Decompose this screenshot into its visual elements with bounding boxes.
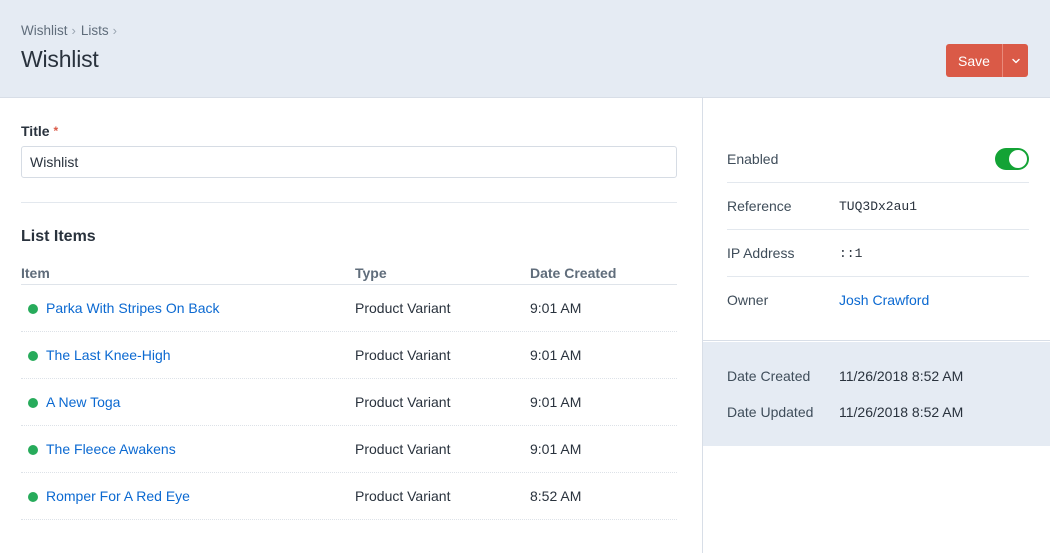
chevron-down-icon	[1011, 58, 1020, 63]
meta-row-ip-address: IP Address ::1	[727, 230, 1029, 277]
chevron-right-icon: ›	[112, 23, 117, 38]
table-row: A New Toga Product Variant 9:01 AM	[21, 379, 677, 426]
item-type: Product Variant	[355, 394, 451, 410]
status-dot-icon	[28, 398, 38, 408]
table-row: Romper For A Red Eye Product Variant 8:5…	[21, 473, 677, 520]
item-type: Product Variant	[355, 347, 451, 363]
date-created-value: 11/26/2018 8:52 AM	[839, 368, 964, 384]
owner-label: Owner	[727, 292, 769, 308]
breadcrumb-item-wishlist[interactable]: Wishlist	[21, 23, 68, 38]
item-link[interactable]: Romper For A Red Eye	[46, 488, 190, 504]
item-type: Product Variant	[355, 300, 451, 316]
date-created-label: Date Created	[727, 368, 811, 384]
column-header-date-created: Date Created	[530, 265, 617, 281]
status-dot-icon	[28, 304, 38, 314]
enabled-toggle[interactable]	[995, 148, 1029, 170]
ip-address-value: ::1	[839, 246, 863, 261]
column-header-item: Item	[21, 265, 50, 281]
item-type: Product Variant	[355, 441, 451, 457]
item-link[interactable]: Parka With Stripes On Back	[46, 300, 220, 316]
meta-sidebar: Enabled Reference TUQ3Dx2au1 IP Address …	[702, 98, 1050, 553]
page-title: Wishlist	[21, 46, 99, 72]
table-row: Parka With Stripes On Back Product Varia…	[21, 285, 677, 332]
date-updated-value: 11/26/2018 8:52 AM	[839, 404, 964, 420]
meta-row-reference: Reference TUQ3Dx2au1	[727, 183, 1029, 230]
table-row: The Last Knee-High Product Variant 9:01 …	[21, 332, 677, 379]
date-updated-label: Date Updated	[727, 404, 814, 420]
meta-row-enabled: Enabled	[727, 136, 1029, 183]
page-header: Wishlist › Lists › Wishlist Save	[0, 0, 1050, 98]
item-type: Product Variant	[355, 488, 451, 504]
date-updated-row: Date Updated 11/26/2018 8:52 AM	[727, 404, 963, 420]
title-field-label: Title *	[21, 123, 58, 139]
status-dot-icon	[28, 445, 38, 455]
title-input[interactable]	[21, 146, 677, 178]
enabled-label: Enabled	[727, 151, 779, 167]
save-options-dropdown[interactable]	[1002, 44, 1028, 77]
item-link[interactable]: The Fleece Awakens	[46, 441, 176, 457]
section-divider	[21, 202, 677, 203]
item-date: 9:01 AM	[530, 394, 582, 410]
main-content: Title* List Items Item Type Date Created…	[0, 98, 702, 553]
item-date: 9:01 AM	[530, 300, 582, 316]
ip-address-label: IP Address	[727, 245, 795, 261]
list-items-heading: List Items	[21, 228, 96, 245]
date-created-row: Date Created 11/26/2018 8:52 AM	[727, 368, 963, 384]
list-items-table: Item Type Date Created Parka With Stripe…	[21, 264, 677, 520]
breadcrumb-item-lists[interactable]: Lists	[81, 23, 109, 38]
reference-label: Reference	[727, 198, 792, 214]
table-header: Item Type Date Created	[21, 264, 677, 285]
chevron-right-icon: ›	[71, 23, 76, 38]
item-date: 9:01 AM	[530, 441, 582, 457]
status-dot-icon	[28, 492, 38, 502]
column-header-type: Type	[355, 265, 387, 281]
meta-dates-panel: Date Created 11/26/2018 8:52 AM Date Upd…	[703, 342, 1050, 446]
meta-panel: Enabled Reference TUQ3Dx2au1 IP Address …	[703, 98, 1050, 341]
table-row: The Fleece Awakens Product Variant 9:01 …	[21, 426, 677, 473]
save-button[interactable]: Save	[946, 44, 1002, 77]
title-label-text: Title	[21, 123, 50, 139]
meta-row-owner: Owner Josh Crawford	[727, 277, 1029, 324]
reference-value: TUQ3Dx2au1	[839, 199, 918, 214]
item-date: 8:52 AM	[530, 488, 582, 504]
toggle-knob	[1009, 150, 1027, 168]
owner-link[interactable]: Josh Crawford	[839, 292, 929, 308]
required-marker: *	[53, 124, 59, 138]
breadcrumb: Wishlist › Lists ›	[21, 23, 122, 38]
item-link[interactable]: A New Toga	[46, 394, 120, 410]
status-dot-icon	[28, 351, 38, 361]
item-date: 9:01 AM	[530, 347, 582, 363]
item-link[interactable]: The Last Knee-High	[46, 347, 171, 363]
save-button-group: Save	[946, 44, 1028, 77]
